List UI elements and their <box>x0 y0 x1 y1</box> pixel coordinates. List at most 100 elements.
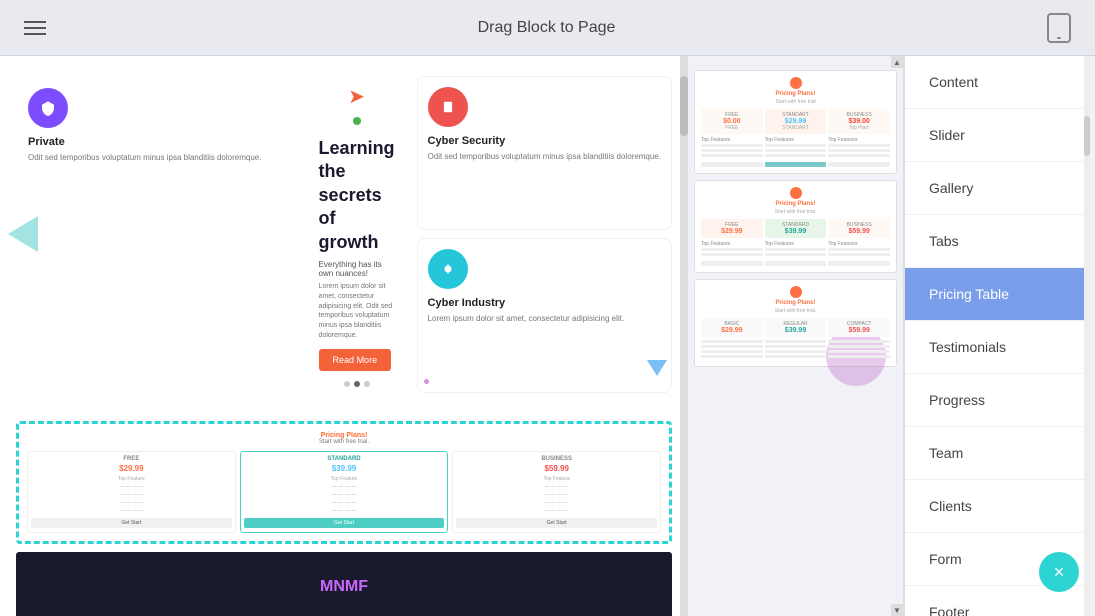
pricing-thumbnail-1[interactable]: Pricing Plans! Start with free trial FRE… <box>694 70 897 174</box>
block-item-pricing-table[interactable]: Pricing Table <box>905 268 1084 321</box>
thumb3-compact-price: $59.99 <box>830 327 888 334</box>
pricing-card-free: FREE $29.99 Top Feature— — — —— — — —— —… <box>27 451 236 533</box>
panel-scrollbar-thumb <box>1084 116 1090 156</box>
fl1 <box>701 144 763 147</box>
block-slider-label: Slider <box>929 127 965 143</box>
pricing-card-standard: STANDARD $39.99 Top Feature— — — —— — — … <box>240 451 449 533</box>
thumb1-top-feat-2: Top Features <box>765 137 827 143</box>
plan-std-btn[interactable]: Get Start <box>244 518 445 528</box>
block-progress-label: Progress <box>929 392 985 408</box>
thumb1-col-standard: STANDART $29.99 STANDART <box>765 109 827 134</box>
pricing-thumbnail-2[interactable]: Pricing Plans! Start with free trial. FR… <box>694 180 897 273</box>
app-header: Drag Block to Page <box>0 0 1095 56</box>
thumb3-fc3 <box>828 340 890 360</box>
block-item-gallery[interactable]: Gallery <box>905 162 1084 215</box>
plan-biz-features: Top Feature— — — —— — — —— — — —— — — — <box>456 475 657 515</box>
t2fl5 <box>828 248 890 251</box>
thumb3-col-basic: BASIC $29.99 <box>701 318 763 337</box>
fl4 <box>765 144 827 147</box>
purple-dot-deco <box>424 379 429 384</box>
thumb1-top-feat-1: Top Features <box>701 137 763 143</box>
headline-block: Learning the secrets of growth Everythin… <box>315 133 399 375</box>
feature-card-private: Private Odit sed temporibus voluptatum m… <box>16 76 297 393</box>
block-item-progress[interactable]: Progress <box>905 374 1084 427</box>
thumb2-subtitle: Start with free trial. <box>701 209 890 215</box>
thumb3-subtitle: Start with free trial. <box>701 308 890 314</box>
close-button[interactable]: × <box>1039 552 1079 592</box>
fl8 <box>828 149 890 152</box>
t2f3: Top Features <box>828 241 890 247</box>
block-item-slider[interactable]: Slider <box>905 109 1084 162</box>
t3fl8 <box>765 355 827 358</box>
thumb1-price-row: FREE $0.00 FREE STANDART $29.99 STANDART… <box>701 109 890 134</box>
t3fl1 <box>701 340 763 343</box>
t3fl3 <box>701 350 763 353</box>
block-footer-label: Footer <box>929 604 969 616</box>
thumb1-free-price: $0.00 <box>703 118 761 125</box>
pricing-thumbnail-3[interactable]: Pricing Plans! Start with free trial. BA… <box>694 279 897 367</box>
plan-biz-btn[interactable]: Get Start <box>456 518 657 528</box>
plan-free-price: $29.99 <box>31 464 232 473</box>
thumb3-col-regular: REGULAR $39.99 <box>765 318 827 337</box>
thumb3-fc2 <box>765 340 827 360</box>
t2fl4 <box>765 253 827 256</box>
block-item-content[interactable]: Content <box>905 56 1084 109</box>
page-dot-2 <box>354 381 360 387</box>
thumb3-title: Pricing Plans! <box>701 300 890 306</box>
right-panel-wrapper: Content Slider Gallery Tabs Pricing Tabl… <box>903 56 1095 616</box>
block-gallery-label: Gallery <box>929 180 973 196</box>
thumb1-std-price: $29.99 <box>767 118 825 125</box>
block-tabs-label: Tabs <box>929 233 959 249</box>
thumb-2-inner: Pricing Plans! Start with free trial. FR… <box>695 181 896 272</box>
pricing-dashed-block[interactable]: Pricing Plans! Start with free trial. FR… <box>16 421 672 544</box>
thumbnail-column: ▲ Pricing Plans! Start with free trial F… <box>688 56 903 616</box>
thumb2-std-price: $39.99 <box>767 228 825 235</box>
canvas: Private Odit sed temporibus voluptatum m… <box>0 56 688 616</box>
block-item-tabs[interactable]: Tabs <box>905 215 1084 268</box>
pricing-card-business: BUSINESS $59.99 Top Feature— — — —— — — … <box>452 451 661 533</box>
main-area: Private Odit sed temporibus voluptatum m… <box>0 56 1095 616</box>
feature-card-cyberindustry-title: Cyber Industry <box>428 297 661 309</box>
canvas-scrollbar[interactable] <box>680 56 688 616</box>
green-dot <box>353 117 361 125</box>
pricing-mini-title: Pricing Plans! <box>27 432 661 439</box>
plan-biz-name: BUSINESS <box>456 456 657 462</box>
feature-card-private-title: Private <box>28 136 285 148</box>
canvas-scroll-thumb <box>680 76 688 136</box>
block-item-team[interactable]: Team <box>905 427 1084 480</box>
menu-icon[interactable] <box>24 21 46 35</box>
page-dot-3 <box>364 381 370 387</box>
page-dots <box>344 375 370 393</box>
plan-free-btn[interactable]: Get Start <box>31 518 232 528</box>
thumb2-fc1: Top Features <box>701 241 763 258</box>
thumb1-biz-price: $39.00 <box>830 118 888 125</box>
thumb2-col-free: FREE $29.99 <box>701 219 763 238</box>
fl5 <box>765 149 827 152</box>
panel-scrollbar[interactable] <box>1084 56 1090 616</box>
thumb1-feature-col-2: Top Features <box>765 137 827 159</box>
thumb2-btn-row <box>701 261 890 266</box>
block-list-panel: Content Slider Gallery Tabs Pricing Tabl… <box>904 56 1084 616</box>
block-item-testimonials[interactable]: Testimonials <box>905 321 1084 374</box>
thumb1-top-feat-3: Top Features <box>828 137 890 143</box>
feature-card-cybersecurity: Cyber Security Odit sed temporibus volup… <box>417 76 672 230</box>
feature-card-cybersecurity-title: Cyber Security <box>428 135 661 147</box>
block-list-scroll[interactable]: Content Slider Gallery Tabs Pricing Tabl… <box>905 56 1084 616</box>
plan-std-features: Top Feature— — — —— — — —— — — —— — — — <box>244 475 445 515</box>
block-item-clients[interactable]: Clients <box>905 480 1084 533</box>
thumb3-col-compact: COMPACT $59.99 <box>828 318 890 337</box>
thumb-3-inner: Pricing Plans! Start with free trial. BA… <box>695 280 896 366</box>
t2f2: Top Features <box>765 241 827 247</box>
plan-biz-price: $59.99 <box>456 464 657 473</box>
block-content-label: Content <box>929 74 978 90</box>
thumb1-btn2 <box>765 162 827 167</box>
mobile-device-icon[interactable] <box>1047 13 1071 43</box>
read-more-button[interactable]: Read More <box>319 349 392 371</box>
teal-triangle-deco <box>8 216 38 252</box>
thumb-1-inner: Pricing Plans! Start with free trial FRE… <box>695 71 896 173</box>
thumb3-regular-price: $39.99 <box>767 327 825 334</box>
t2fl3 <box>765 248 827 251</box>
scroll-down-button[interactable]: ▼ <box>891 604 903 616</box>
scroll-up-button[interactable]: ▲ <box>891 56 903 68</box>
t3fl9 <box>828 340 890 343</box>
